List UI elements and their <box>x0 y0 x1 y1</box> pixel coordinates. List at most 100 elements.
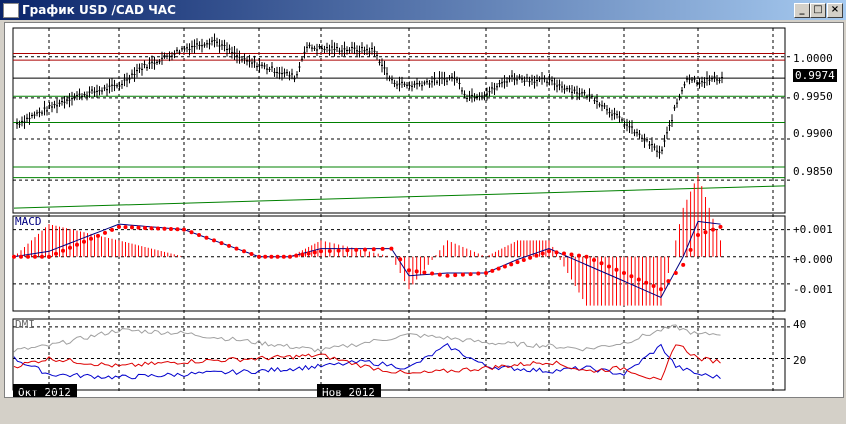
macd-signal-dot <box>197 233 201 237</box>
macd-signal-dot <box>622 271 626 275</box>
macd-signal-dot <box>509 262 514 267</box>
macd-signal-dot <box>156 226 160 231</box>
macd-signal-dot <box>96 233 100 238</box>
macd-signal-dot <box>68 245 72 250</box>
macd-signal-dot <box>414 269 419 274</box>
macd-signal-dot <box>149 226 154 231</box>
macd-signal-dot <box>577 253 581 258</box>
dmi-plus-line <box>13 342 721 380</box>
macd-signal-dot <box>61 248 65 253</box>
macd-signal-dot <box>534 253 539 258</box>
macd-signal-dot <box>242 249 246 254</box>
macd-signal-dot <box>515 260 520 265</box>
macd-signal-dot <box>681 262 686 267</box>
dmi-adx-line <box>13 324 721 353</box>
macd-signal-dot <box>257 254 261 259</box>
macd-signal-dot <box>82 239 86 244</box>
macd-signal-dot <box>644 280 649 285</box>
macd-signal-dot <box>40 254 44 259</box>
macd-signal-dot <box>300 252 305 257</box>
macd-signal-dot <box>354 247 359 252</box>
macd-signal-dot <box>175 227 180 232</box>
macd-signal-dot <box>136 225 141 230</box>
macd-signal-dot <box>54 251 58 256</box>
macd-signal-dot <box>614 267 619 272</box>
macd-signal-dot <box>445 273 450 278</box>
dmi-axis-label: 20 <box>793 354 806 367</box>
macd-signal-dot <box>47 254 51 259</box>
macd-signal-dot <box>162 226 167 231</box>
price-axis-label: 0.9950 <box>793 90 833 103</box>
macd-signal-dot <box>703 230 708 235</box>
macd-signal-dot <box>130 225 134 230</box>
price-axis-label: 0.9850 <box>793 165 833 178</box>
macd-signal-dot <box>430 271 435 276</box>
macd-signal-dot <box>636 277 641 282</box>
title-bar: График USD /CAD ЧАС _ □ × <box>0 0 846 20</box>
macd-signal-dot <box>711 227 715 232</box>
macd-signal-dot <box>398 257 403 262</box>
dmi-axis-label: 40 <box>793 318 806 331</box>
macd-signal-dot <box>189 230 194 235</box>
current-price: 0.9974 <box>795 69 835 82</box>
macd-pane <box>12 215 786 312</box>
macd-signal-dot <box>476 271 481 276</box>
macd-signal-dot <box>673 271 678 275</box>
macd-signal-dot <box>521 257 526 262</box>
macd-signal-dot <box>584 254 589 259</box>
macd-signal-dot <box>103 230 107 235</box>
macd-signal-dot <box>371 247 376 252</box>
macd-signal-dot <box>345 248 350 253</box>
macd-signal-dot <box>143 225 147 230</box>
month-label: Нов 2012 <box>322 386 375 397</box>
minimize-button[interactable]: _ <box>794 3 810 18</box>
trend-line <box>13 185 786 209</box>
macd-signal-dot <box>33 254 37 259</box>
macd-signal-dot <box>263 254 268 259</box>
macd-signal-dot <box>12 254 16 259</box>
macd-signal-dot <box>110 227 114 232</box>
macd-signal-dot <box>651 284 656 289</box>
macd-signal-dot <box>562 251 566 256</box>
macd-signal-dot <box>327 248 332 253</box>
macd-signal-dot <box>547 249 551 254</box>
chart-area[interactable]: 1.0000 0.9974 0.9950 0.9900 0.9850 +0.00… <box>4 22 844 414</box>
window-title: График USD /CAD ЧАС <box>22 3 176 17</box>
dmi-label: DMI <box>15 318 35 331</box>
macd-signal-dot <box>389 246 394 251</box>
macd-label: MACD <box>15 215 42 228</box>
macd-signal-dot <box>666 279 671 284</box>
macd-signal-dot <box>281 254 286 259</box>
macd-axis-label: -0.001 <box>793 283 833 296</box>
macd-signal-dot <box>629 274 634 279</box>
macd-signal-dot <box>123 225 128 230</box>
macd-signal-dot <box>275 254 280 259</box>
macd-signal-dot <box>460 272 465 277</box>
macd-signal-dot <box>288 254 292 259</box>
close-button[interactable]: × <box>827 3 843 18</box>
macd-signal-dot <box>312 250 317 255</box>
macd-signal-dot <box>718 224 723 229</box>
price-axis-label: 0.9900 <box>793 127 833 140</box>
macd-signal-dot <box>363 247 367 252</box>
macd-signal-dot <box>249 252 254 256</box>
status-strip <box>0 400 846 424</box>
macd-signal-dot <box>269 254 274 259</box>
chart-canvas[interactable]: 1.0000 0.9974 0.9950 0.9900 0.9850 +0.00… <box>5 23 843 414</box>
macd-signal-dot <box>528 255 533 260</box>
macd-signal-dot <box>437 272 442 277</box>
macd-signal-dot <box>75 242 79 247</box>
macd-signal-dot <box>336 248 341 253</box>
macd-signal-dot <box>117 224 121 229</box>
maximize-button[interactable]: □ <box>810 3 826 18</box>
chart-app-icon <box>3 3 19 18</box>
macd-signal-dot <box>306 251 311 256</box>
macd-axis-label: +0.000 <box>793 253 833 266</box>
macd-signal-dot <box>19 254 23 259</box>
price-axis-label: 1.0000 <box>793 52 833 65</box>
macd-signal-dot <box>407 268 411 273</box>
macd-signal-dot <box>592 257 596 262</box>
macd-signal-dot <box>234 246 239 251</box>
macd-signal-dot <box>688 247 693 252</box>
macd-signal-dot <box>319 249 323 254</box>
